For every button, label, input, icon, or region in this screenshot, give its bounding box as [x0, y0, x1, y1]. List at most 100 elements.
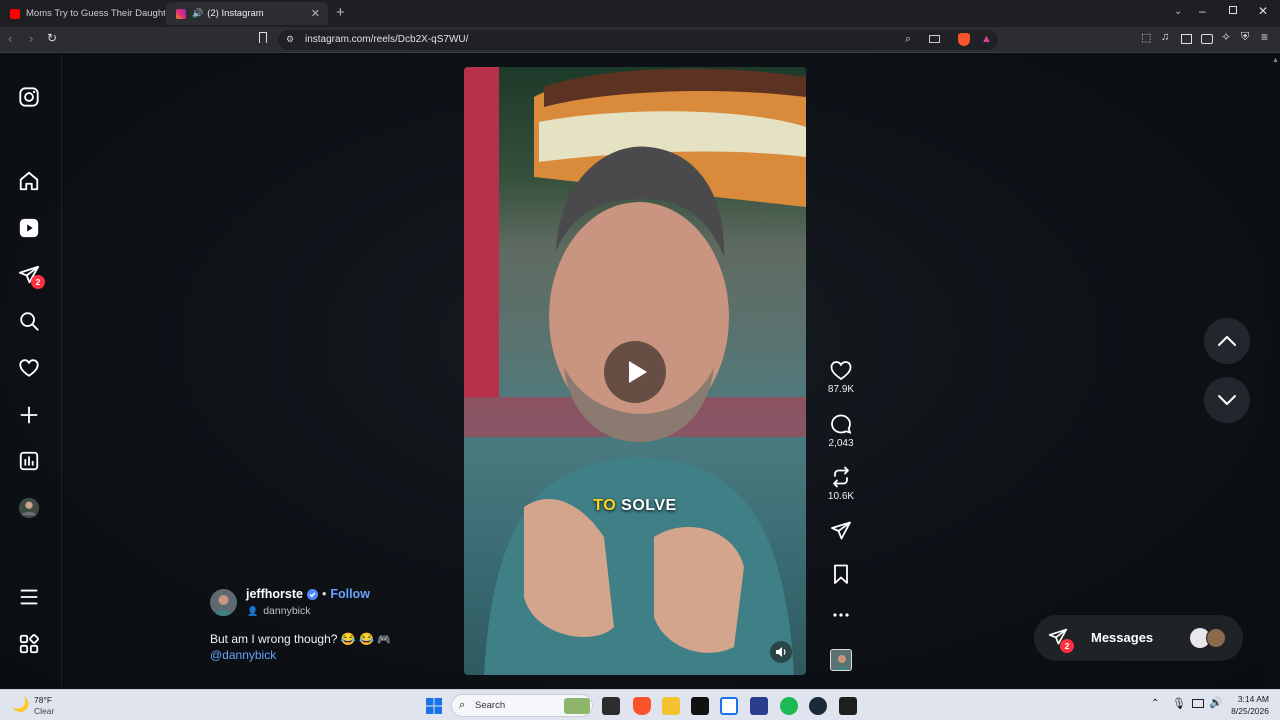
avatar[interactable]	[18, 497, 42, 521]
spotify-icon[interactable]	[780, 697, 798, 715]
more-options-icon[interactable]	[826, 607, 856, 623]
reposts-count: 10.6K	[827, 491, 855, 502]
windows-taskbar: 🌙 78°F Clear ⌕ Search ⌃ 🎙 🔊 3:14 AM 8/25…	[0, 689, 1280, 720]
leo-ai-icon[interactable]: ✧	[1221, 30, 1231, 44]
author-username[interactable]: jeffhorste	[246, 587, 303, 601]
heart-icon[interactable]	[18, 357, 42, 381]
clock-date[interactable]: 8/25/2026	[1223, 706, 1269, 716]
direct-icon[interactable]: 2	[18, 264, 45, 289]
caption-text: But am I wrong though? 😂 😂	[210, 632, 374, 646]
browser-toolbar: ‹ › ↻ ⚙ instagram.com/reels/Dcb2X-qS7WU/…	[0, 27, 1280, 53]
tab-title: Moms Try to Guess Their Daughter's	[26, 8, 165, 19]
search-icon: ⌕	[459, 699, 466, 711]
audio-label[interactable]: dannybick	[263, 605, 310, 617]
home-icon[interactable]	[18, 170, 42, 194]
instagram-favicon-icon	[176, 8, 186, 19]
caption-word: SOLVE	[621, 497, 677, 514]
caption-mention[interactable]: @dannybick	[210, 648, 276, 662]
save-icon[interactable]	[826, 563, 856, 585]
speaker-icon[interactable]: 🔊	[192, 8, 203, 19]
youtube-icon	[10, 8, 20, 19]
clock-time[interactable]: 3:14 AM	[1233, 694, 1269, 704]
brave-shield-icon[interactable]	[958, 33, 970, 46]
separator: •	[321, 587, 327, 601]
reels-icon[interactable]	[18, 217, 42, 241]
weather-icon[interactable]: 🌙	[12, 696, 29, 713]
taskbar-search-input[interactable]: ⌕ Search	[451, 694, 593, 717]
avatar	[1206, 628, 1226, 648]
caption: But am I wrong though? 😂 😂 🎮	[210, 632, 391, 646]
messages-pill[interactable]: 2 Messages	[1034, 615, 1243, 661]
tray-chevron-icon[interactable]: ⌃	[1151, 698, 1159, 709]
author-avatar[interactable]	[210, 589, 237, 616]
browser-tab-bar: Moms Try to Guess Their Daughter's 🔊 (2)…	[0, 0, 1280, 27]
forward-icon[interactable]: ›	[29, 31, 33, 46]
mute-icon[interactable]	[770, 641, 792, 663]
restore-button[interactable]	[1229, 6, 1237, 14]
reload-icon[interactable]: ↻	[47, 31, 57, 45]
grid-icon[interactable]	[18, 633, 42, 657]
minimize-button[interactable]: –	[1199, 4, 1206, 18]
comment-action[interactable]: 2,043	[826, 413, 856, 449]
back-icon[interactable]: ‹	[8, 31, 12, 46]
page-scrollbar[interactable]: ▲	[1270, 54, 1280, 689]
sidebar-toggle-icon[interactable]	[1181, 34, 1192, 44]
hamburger-icon[interactable]	[18, 586, 42, 610]
remote-desktop-icon[interactable]	[750, 697, 768, 715]
share-icon[interactable]	[826, 520, 856, 542]
file-explorer-icon[interactable]	[662, 697, 680, 715]
messages-label: Messages	[1091, 630, 1154, 645]
address-field[interactable]: ⚙ instagram.com/reels/Dcb2X-qS7WU/ ⌕ ▲	[278, 30, 998, 50]
audio-thumbnail[interactable]	[830, 649, 852, 671]
media-icon[interactable]: ♫	[1161, 31, 1169, 43]
tab-title: (2) Instagram	[207, 8, 264, 19]
scroll-up-icon[interactable]: ▲	[1272, 57, 1279, 64]
search-icon[interactable]	[18, 310, 42, 334]
previous-reel-button[interactable]	[1204, 318, 1250, 364]
messages-pill-badge: 2	[1060, 639, 1074, 653]
site-info-icon[interactable]: ⚙	[286, 34, 294, 45]
chatgpt-icon[interactable]	[839, 697, 857, 715]
bookmark-icon[interactable]	[259, 32, 267, 43]
instagram-icon[interactable]	[18, 86, 42, 110]
task-view-icon[interactable]	[602, 697, 620, 715]
tab-list-icon[interactable]: ⌄	[1174, 6, 1182, 17]
follow-button[interactable]: Follow	[330, 587, 370, 601]
brave-browser-icon[interactable]	[633, 697, 651, 715]
zoom-icon[interactable]: ⌕	[905, 33, 911, 46]
brave-rewards-icon[interactable]: ▲	[981, 33, 992, 45]
plus-icon[interactable]	[18, 404, 42, 428]
url-text[interactable]: instagram.com/reels/Dcb2X-qS7WU/	[305, 34, 468, 45]
tab-instagram[interactable]: 🔊 (2) Instagram ✕	[166, 2, 328, 25]
close-tab-icon[interactable]: ✕	[311, 7, 320, 20]
repost-action[interactable]: 10.6K	[826, 466, 856, 502]
like-action[interactable]: 87.9K	[826, 359, 856, 395]
next-reel-button[interactable]	[1204, 377, 1250, 423]
play-button[interactable]	[604, 341, 666, 403]
likes-count: 87.9K	[827, 384, 855, 395]
chrome-icon[interactable]	[720, 697, 738, 715]
video-caption-overlay: TO SOLVE	[464, 497, 806, 515]
vpn-icon[interactable]: ⛨	[1241, 31, 1249, 44]
microphone-icon[interactable]: 🎙	[1172, 697, 1186, 710]
menu-icon[interactable]: ≡	[1261, 30, 1268, 44]
cast-icon[interactable]	[929, 35, 940, 43]
capcut-icon[interactable]	[691, 697, 709, 715]
dashboard-icon[interactable]	[18, 450, 42, 474]
new-tab-button[interactable]: +	[336, 4, 345, 21]
wallet-icon[interactable]	[1201, 34, 1213, 44]
weather-desc: Clear	[34, 706, 55, 716]
reel-video[interactable]: TO SOLVE	[464, 67, 806, 675]
verified-icon	[306, 588, 318, 600]
weather-temp[interactable]: 78°F	[34, 695, 52, 705]
comments-count: 2,043	[828, 438, 854, 449]
windows-start-icon[interactable]	[425, 697, 443, 715]
sidebar: 2	[0, 54, 62, 689]
steam-icon[interactable]	[809, 697, 827, 715]
messages-badge: 2	[31, 275, 45, 289]
close-window-button[interactable]: ✕	[1258, 4, 1268, 18]
tab-youtube[interactable]: Moms Try to Guess Their Daughter's	[0, 2, 165, 25]
volume-icon[interactable]: 🔊	[1209, 696, 1223, 709]
network-icon[interactable]	[1192, 699, 1204, 708]
extensions-icon[interactable]: ⬚	[1141, 31, 1151, 44]
